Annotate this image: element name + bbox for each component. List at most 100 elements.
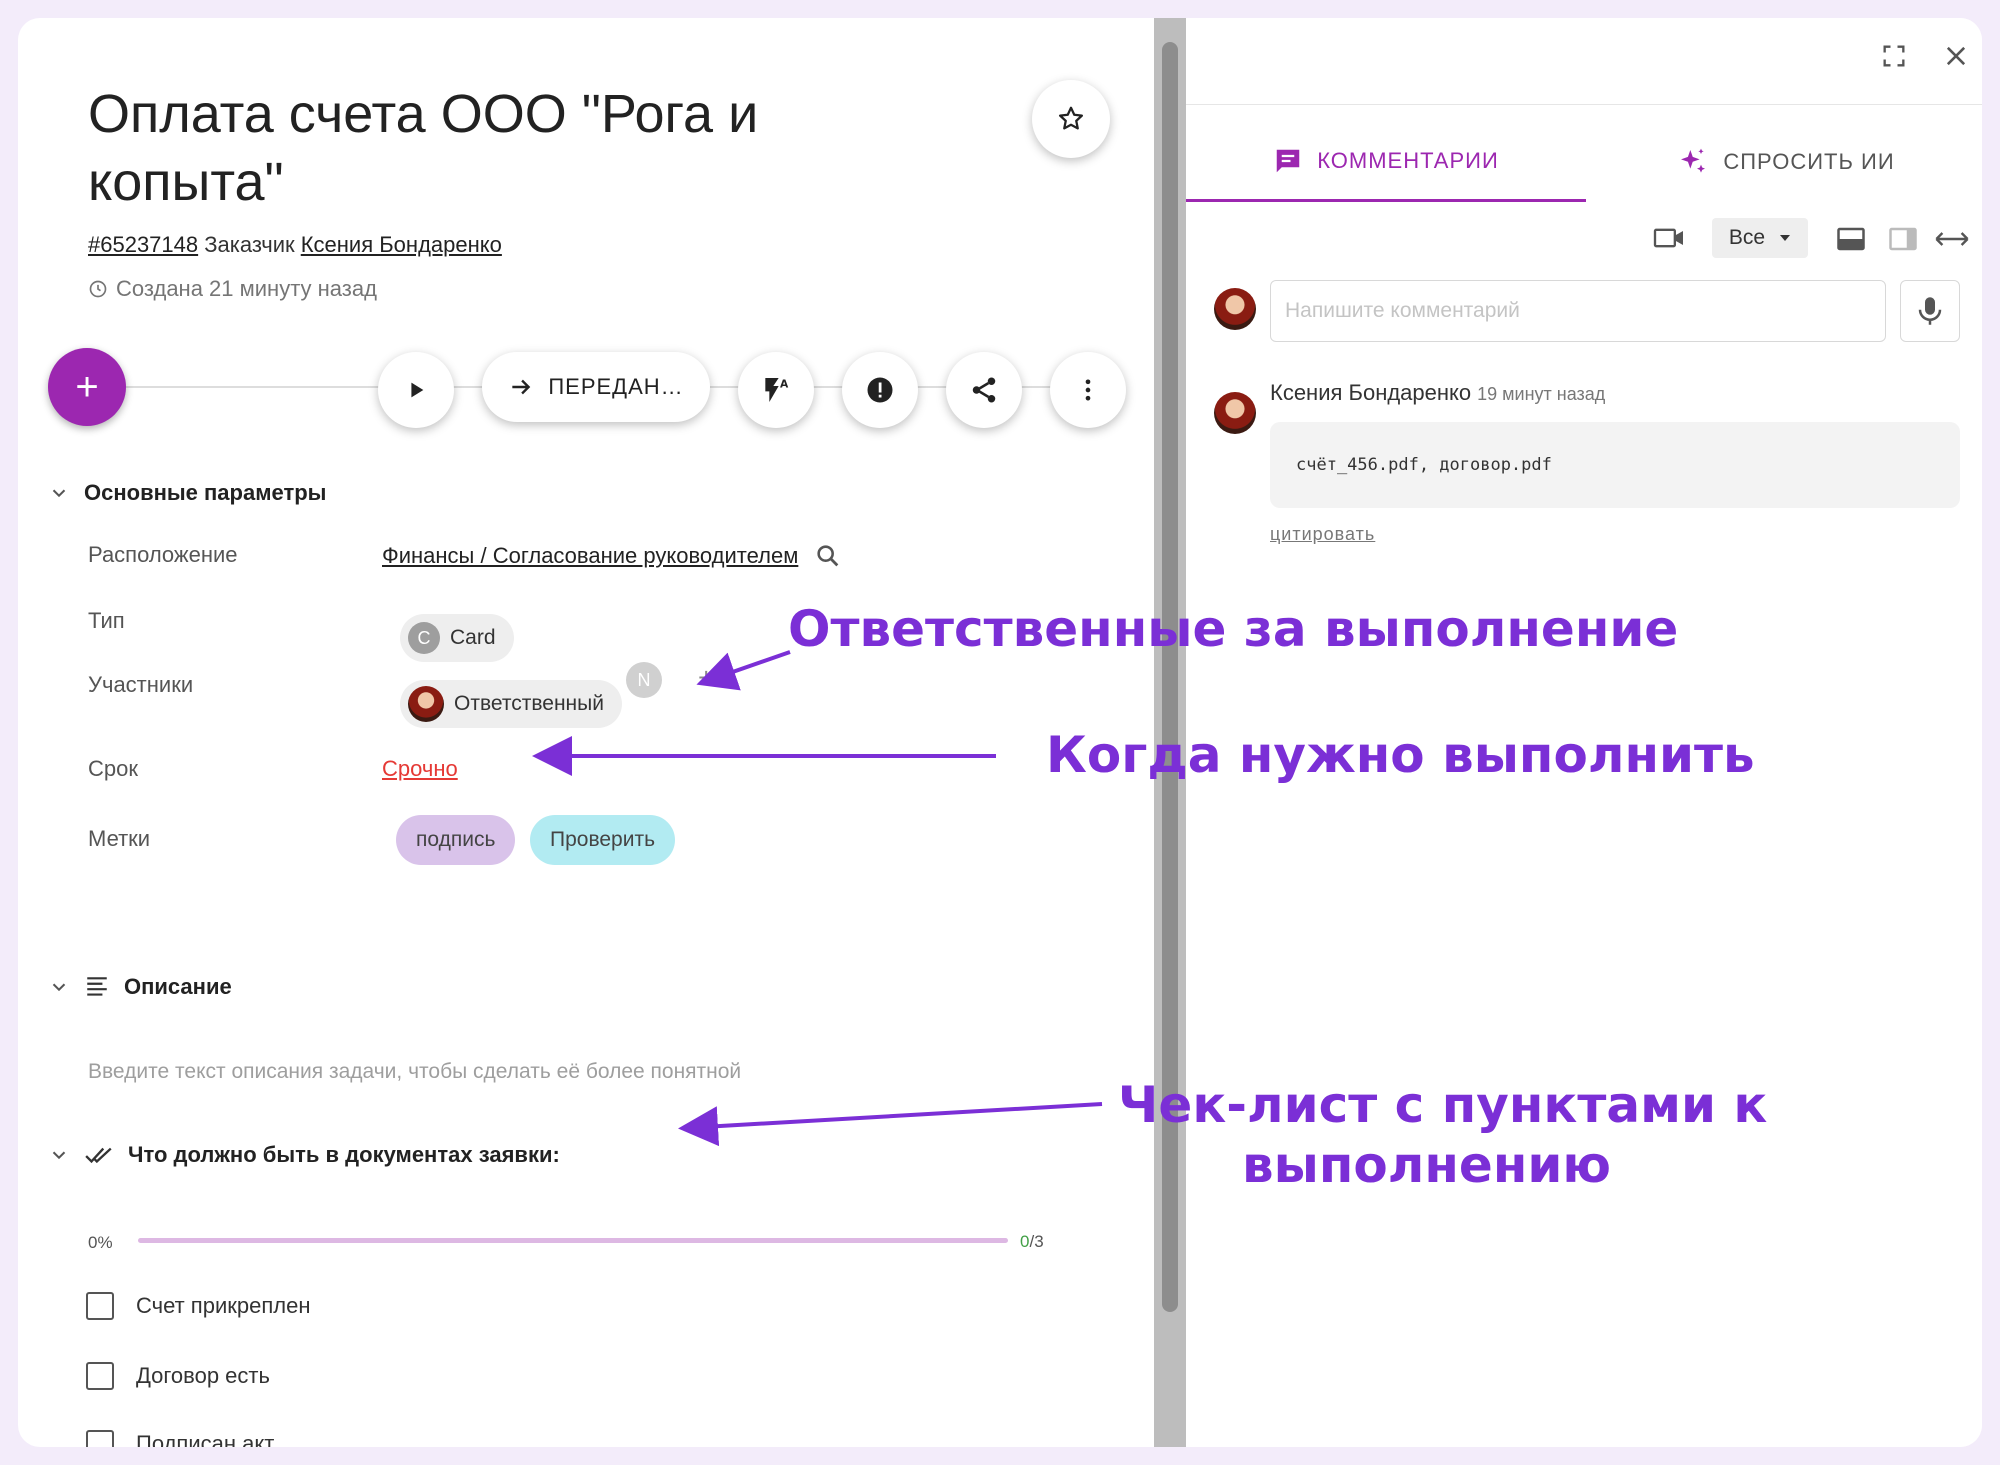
checkbox[interactable]	[86, 1292, 114, 1320]
participants-label: Участники	[88, 672, 194, 697]
add-participant-button[interactable]: +	[698, 662, 714, 694]
tag-chip[interactable]: Проверить	[530, 815, 676, 865]
type-chip-letter: C	[408, 622, 440, 654]
checklist-item-label: Подписан акт	[136, 1431, 275, 1447]
video-button[interactable]	[1652, 224, 1686, 257]
automation-button[interactable]: A	[738, 352, 814, 428]
created-info: Создана 21 минуту назад	[88, 276, 377, 302]
fullscreen-button[interactable]	[1874, 36, 1914, 76]
tab-ask-ai-label: СПРОСИТЬ ИИ	[1723, 149, 1895, 174]
favorite-button[interactable]	[1032, 80, 1110, 158]
checkbox[interactable]	[86, 1430, 114, 1447]
annotation-responsible: Ответственные за выполнение	[788, 600, 1679, 658]
checkbox[interactable]	[86, 1362, 114, 1390]
clock-icon	[89, 280, 107, 298]
more-button[interactable]	[1050, 352, 1126, 428]
section-main-toggle[interactable]: Основные параметры	[48, 480, 326, 506]
layout-bottom-button[interactable]	[1836, 226, 1866, 257]
filter-select[interactable]: Все	[1712, 218, 1808, 258]
alert-icon	[867, 377, 893, 403]
annotation-checklist-line1: Чек-лист с пунктами к	[1118, 1076, 1768, 1134]
participant-extra-avatar[interactable]: N	[626, 662, 662, 698]
search-icon[interactable]	[814, 542, 842, 570]
comment-time: 19 минут назад	[1477, 384, 1606, 404]
pass-button[interactable]: ПЕРЕДАН…	[482, 352, 710, 422]
customer-link[interactable]: Ксения Бондаренко	[301, 232, 502, 257]
location-label: Расположение	[88, 542, 238, 567]
task-title[interactable]: Оплата счета ООО "Рога и копыта"	[88, 80, 868, 216]
chevron-down-icon	[52, 983, 66, 992]
comment-input[interactable]	[1285, 299, 1871, 323]
close-icon	[1946, 46, 1966, 66]
avatar	[408, 686, 444, 722]
checklist-total: /3	[1029, 1232, 1044, 1251]
layout-bottom-icon	[1837, 227, 1865, 251]
comment-body: счёт_456.pdf, договор.pdf	[1270, 422, 1960, 508]
svg-text:A: A	[780, 377, 789, 390]
divider	[1186, 104, 1982, 105]
comment-header: Ксения Бондаренко 19 минут назад	[1270, 380, 1605, 406]
flash-auto-icon: A	[765, 377, 789, 402]
participant-chip[interactable]: Ответственный	[400, 680, 622, 728]
add-button[interactable]: +	[48, 348, 126, 426]
type-label: Тип	[88, 608, 125, 633]
layout-side-icon	[1889, 227, 1917, 251]
play-icon	[411, 382, 424, 398]
width-toggle-button[interactable]	[1934, 228, 1970, 255]
comment-author[interactable]: Ксения Бондаренко	[1270, 380, 1471, 405]
participant-role: Ответственный	[454, 692, 604, 715]
checklist-item[interactable]: Подписан акт	[86, 1430, 274, 1447]
share-icon	[972, 377, 996, 403]
comment-attachments[interactable]: счёт_456.pdf, договор.pdf	[1296, 455, 1552, 475]
created-text: Создана 21 минуту назад	[116, 276, 377, 301]
tags-label: Метки	[88, 826, 151, 851]
text-lines-icon	[87, 977, 107, 996]
layout-side-button[interactable]	[1888, 226, 1918, 257]
tag-chip[interactable]: подпись	[396, 815, 516, 865]
task-panel: Оплата счета ООО "Рога и копыта" #652371…	[18, 18, 1156, 1447]
checklist-count: 0/3	[1020, 1232, 1044, 1252]
fullscreen-icon	[1883, 45, 1905, 67]
checklist-progress-bar	[138, 1238, 1008, 1243]
section-checklist-title: Что должно быть в документах заявки:	[128, 1142, 560, 1167]
type-chip[interactable]: C Card	[400, 614, 514, 662]
type-chip-label: Card	[450, 626, 496, 649]
section-main-title: Основные параметры	[84, 480, 327, 505]
filter-value: Все	[1728, 226, 1766, 249]
checklist-item-label: Договор есть	[136, 1363, 270, 1388]
priority-button[interactable]	[842, 352, 918, 428]
quote-link[interactable]: цитировать	[1270, 524, 1375, 545]
due-label: Срок	[88, 756, 138, 781]
location-value[interactable]: Финансы / Согласование руководителем	[382, 542, 842, 570]
task-number-link[interactable]: #65237148	[88, 232, 198, 257]
video-camera-icon	[1653, 228, 1683, 248]
share-button[interactable]	[946, 352, 1022, 428]
tab-ask-ai[interactable]: СПРОСИТЬ ИИ	[1586, 122, 1982, 202]
checklist-percent: 0%	[88, 1233, 113, 1252]
avatar	[1214, 288, 1256, 330]
tab-comments[interactable]: КОММЕНТАРИИ	[1186, 122, 1586, 202]
checklist-item[interactable]: Счет прикреплен	[86, 1292, 310, 1320]
section-description-toggle[interactable]: Описание	[48, 974, 232, 1000]
comment-field[interactable]	[1270, 280, 1886, 342]
close-button[interactable]	[1936, 36, 1976, 76]
voice-input-button[interactable]	[1900, 280, 1960, 342]
dropdown-arrow-icon	[1780, 235, 1791, 241]
avatar	[1214, 392, 1256, 434]
description-placeholder[interactable]: Введите текст описания задачи, чтобы сде…	[88, 1060, 741, 1084]
chevron-down-icon	[52, 1151, 66, 1160]
due-value[interactable]: Срочно	[382, 756, 458, 782]
comment-icon	[1276, 149, 1300, 172]
task-meta: #65237148 Заказчик Ксения Бондаренко	[88, 232, 502, 258]
arrow-right-icon	[512, 379, 531, 395]
checklist-item-label: Счет прикреплен	[136, 1293, 311, 1318]
pass-label: ПЕРЕДАН…	[548, 374, 684, 399]
checklist-item[interactable]: Договор есть	[86, 1362, 270, 1390]
location-link[interactable]: Финансы / Согласование руководителем	[382, 543, 798, 569]
start-button[interactable]	[378, 352, 454, 428]
microphone-icon	[1918, 297, 1942, 325]
sparkle-icon	[1681, 148, 1706, 173]
arrows-horizontal-icon	[1935, 232, 1969, 246]
star-icon	[1059, 106, 1083, 130]
section-checklist-toggle[interactable]: Что должно быть в документах заявки:	[48, 1142, 560, 1168]
